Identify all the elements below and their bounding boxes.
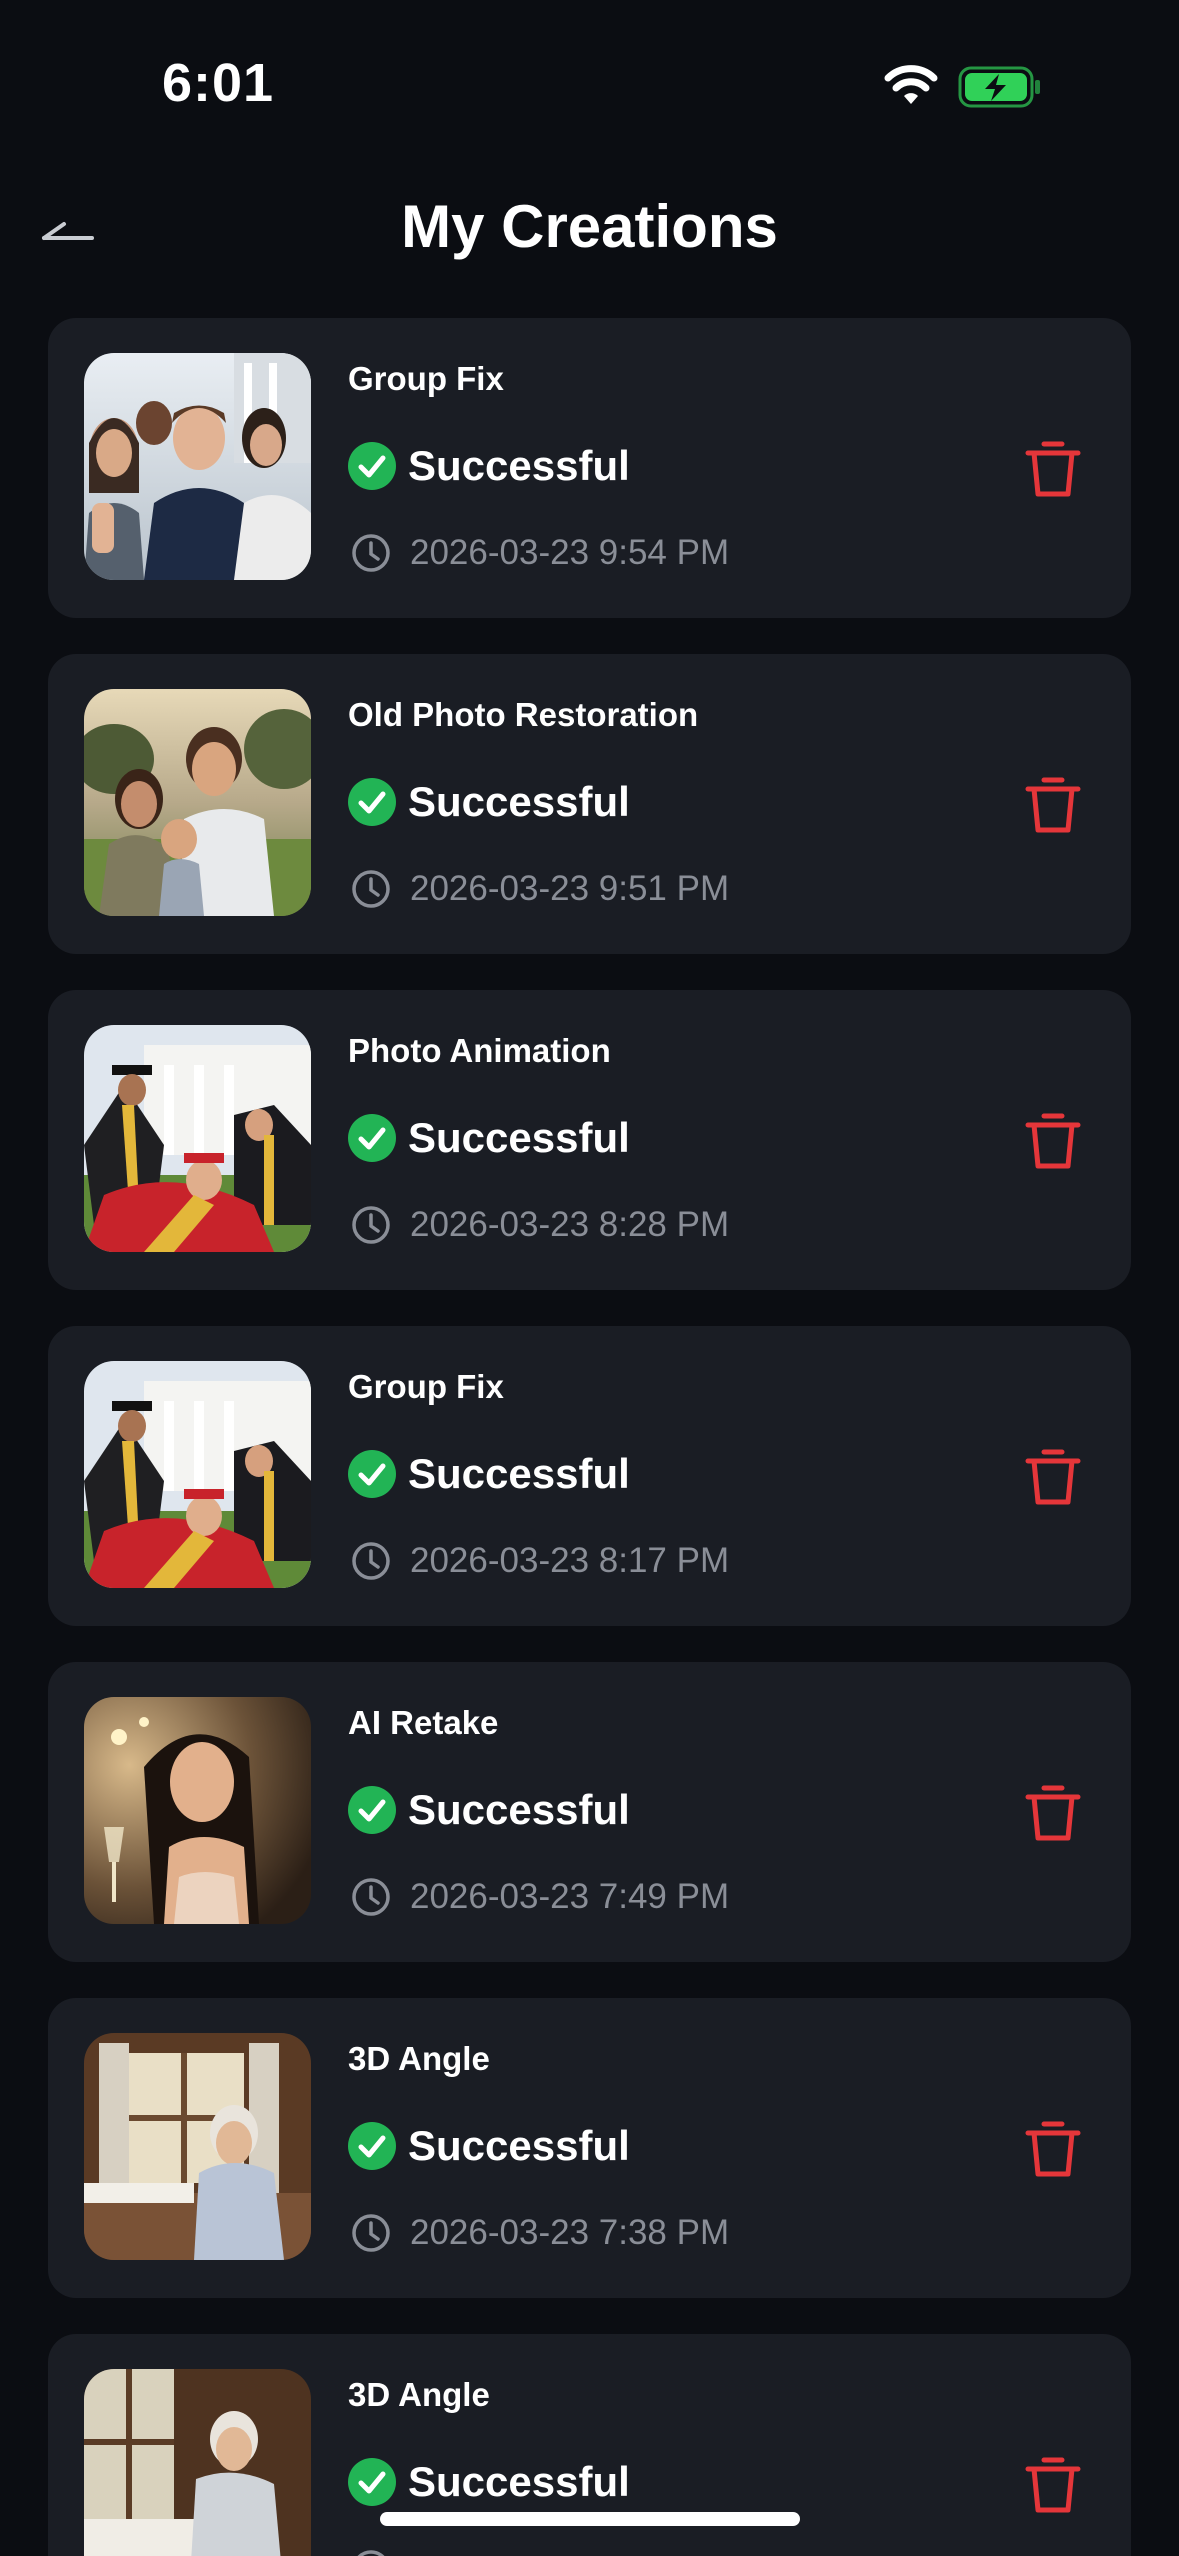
creations-list: Group Fix Successful 2026-03-23 9:54 PM	[48, 318, 1131, 2556]
status-row: Successful	[348, 1449, 630, 1499]
timestamp-row: 2026-03-23 9:54 PM	[348, 530, 729, 576]
status-text: Successful	[408, 1114, 630, 1161]
status-text: Successful	[408, 778, 630, 825]
page-title: My Creations	[401, 193, 778, 260]
clock-icon	[352, 1542, 390, 1580]
graduation-group-photo[interactable]	[84, 1025, 311, 1252]
status-row: Successful	[348, 1785, 630, 1835]
battery-charging-icon	[958, 66, 1040, 108]
status-row: Successful	[348, 2457, 630, 2507]
status-text: Successful	[408, 1786, 630, 1833]
family-portrait-photo[interactable]	[84, 689, 311, 916]
screen: 6:01 My Creations Group Fix Successful 2…	[0, 0, 1179, 2556]
creation-title: Old Photo Restoration	[348, 696, 699, 733]
trash-icon[interactable]	[1022, 2118, 1084, 2180]
creation-card[interactable]: Old Photo Restoration Successful 2026-03…	[48, 654, 1131, 954]
status-row: Successful	[348, 1113, 630, 1163]
status-text: Successful	[408, 442, 630, 489]
timestamp-row	[348, 2546, 410, 2556]
status-row: Successful	[348, 777, 630, 827]
status-row: Successful	[348, 441, 630, 491]
check-circle-icon	[348, 1450, 396, 1498]
timestamp-row: 2026-03-23 7:38 PM	[348, 2210, 729, 2256]
timestamp-row: 2026-03-23 9:51 PM	[348, 866, 729, 912]
check-circle-icon	[348, 442, 396, 490]
timestamp: 2026-03-23 8:17 PM	[410, 1541, 730, 1580]
creation-title: 3D Angle	[348, 2376, 490, 2413]
trash-icon[interactable]	[1022, 774, 1084, 836]
home-indicator[interactable]	[380, 2512, 800, 2526]
status-bar: 6:01	[0, 0, 1179, 150]
creation-title: Photo Animation	[348, 1032, 611, 1069]
status-text: Successful	[408, 2122, 630, 2169]
elderly-woman-window-photo[interactable]	[84, 2369, 311, 2556]
header: My Creations	[0, 170, 1179, 290]
woman-portrait-photo[interactable]	[84, 1697, 311, 1924]
timestamp: 2026-03-23 9:51 PM	[410, 869, 730, 908]
clock-icon	[352, 2214, 390, 2252]
timestamp: 2026-03-23 7:49 PM	[410, 1877, 730, 1916]
trash-icon[interactable]	[1022, 1782, 1084, 1844]
timestamp-row: 2026-03-23 8:17 PM	[348, 1538, 729, 1584]
timestamp-row: 2026-03-23 7:49 PM	[348, 1874, 729, 1920]
creation-title: Group Fix	[348, 1368, 504, 1405]
group-selfie-photo[interactable]	[84, 353, 311, 580]
trash-icon[interactable]	[1022, 1446, 1084, 1508]
creation-card[interactable]: Group Fix Successful 2026-03-23 8:17 PM	[48, 1326, 1131, 1626]
status-text: Successful	[408, 1450, 630, 1497]
timestamp: 2026-03-23 9:54 PM	[410, 533, 730, 572]
timestamp-row: 2026-03-23 8:28 PM	[348, 1202, 729, 1248]
timestamp: 2026-03-23 7:38 PM	[410, 2213, 730, 2252]
clock-icon	[352, 1878, 390, 1916]
creation-card[interactable]: Photo Animation Successful 2026-03-23 8:…	[48, 990, 1131, 1290]
trash-icon[interactable]	[1022, 2454, 1084, 2516]
trash-icon[interactable]	[1022, 1110, 1084, 1172]
creation-card[interactable]: Group Fix Successful 2026-03-23 9:54 PM	[48, 318, 1131, 618]
graduation-group-photo[interactable]	[84, 1361, 311, 1588]
elderly-woman-window-photo[interactable]	[84, 2033, 311, 2260]
creation-title: Group Fix	[348, 360, 504, 397]
creation-card[interactable]: 3D Angle Successful 2026-03-23 7:38 PM	[48, 1998, 1131, 2298]
check-circle-icon	[348, 1114, 396, 1162]
trash-icon[interactable]	[1022, 438, 1084, 500]
clock-icon	[352, 870, 390, 908]
status-text: Successful	[408, 2458, 630, 2505]
clock-icon	[357, 2550, 385, 2556]
creation-title: 3D Angle	[348, 2040, 490, 2077]
status-row: Successful	[348, 2121, 630, 2171]
clock-icon	[352, 1206, 390, 1244]
creation-title: AI Retake	[348, 1704, 499, 1741]
check-circle-icon	[348, 2458, 396, 2506]
timestamp: 2026-03-23 8:28 PM	[410, 1205, 730, 1244]
creation-card[interactable]: AI Retake Successful 2026-03-23 7:49 PM	[48, 1662, 1131, 1962]
check-circle-icon	[348, 2122, 396, 2170]
check-circle-icon	[348, 1786, 396, 1834]
clock-icon	[352, 534, 390, 572]
status-time: 6:01	[162, 53, 275, 113]
wifi-icon	[884, 65, 938, 104]
check-circle-icon	[348, 778, 396, 826]
